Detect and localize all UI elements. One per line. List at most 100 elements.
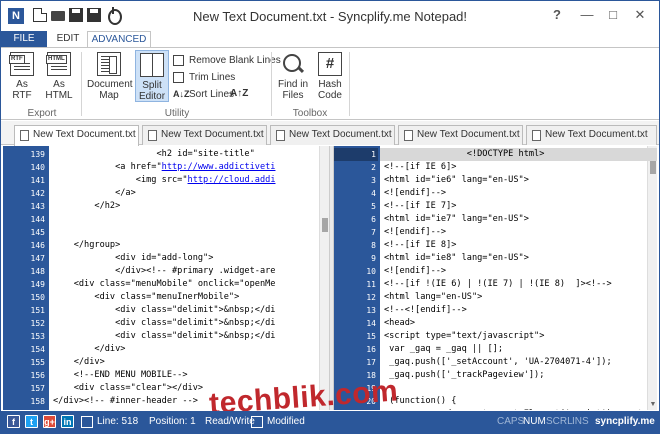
code-text: var ga = document.createElement('script'… <box>384 409 645 410</box>
line-number: 1 <box>334 148 378 161</box>
trim-lines-button[interactable]: Trim Lines <box>173 70 235 85</box>
code-text: <![endif]--> <box>384 266 447 276</box>
document-tab-label: New Text Document.txt <box>545 129 648 140</box>
title-bar: N New Text Document.txt - Syncplify.me N… <box>1 1 659 31</box>
code-line: <![endif]--> <box>384 265 645 278</box>
code-text: <div id="add-long"> <box>53 253 214 263</box>
tab-advanced[interactable]: ADVANCED <box>87 31 151 48</box>
code-text: </div><!-- #primary .widget-are <box>53 266 276 276</box>
document-map-button[interactable]: Document Map <box>87 52 133 101</box>
export-rtf-button[interactable]: RTF As RTF <box>7 52 37 101</box>
app-window: N New Text Document.txt - Syncplify.me N… <box>0 0 660 434</box>
document-map-icon <box>97 52 121 76</box>
find-in-files-button[interactable]: Find in Files <box>275 52 311 101</box>
cursor-line-icon <box>81 416 93 428</box>
hash-code-button[interactable]: # Hash Code <box>315 52 345 101</box>
facebook-icon[interactable]: f <box>7 415 20 428</box>
line-number: 140 <box>30 163 45 172</box>
linkedin-icon[interactable]: in <box>61 415 74 428</box>
document-tab[interactable]: New Text Document.txt <box>142 125 267 145</box>
remove-blank-lines-button[interactable]: Remove Blank Lines <box>173 53 281 68</box>
line-number: 158 <box>30 397 45 406</box>
code-text: <div class="menuMobile" onclick="openMe <box>53 279 276 289</box>
line-number: 145 <box>30 228 45 237</box>
code-text: </div> <box>53 357 105 367</box>
line-number: 143 <box>30 202 45 211</box>
close-button[interactable]: ✕ <box>629 5 651 25</box>
editor-pane-right[interactable]: ▲ ▼ 12345678910111213141516171819202122 … <box>334 146 657 410</box>
document-tab[interactable]: New Text Document.txt <box>526 125 657 145</box>
document-tab[interactable]: New Text Document.txt <box>398 125 523 145</box>
line-number: 151 <box>30 306 45 315</box>
code-text: <!--[if !(IE 6) | !(IE 7) | !(IE 8) ]><!… <box>384 279 612 289</box>
brand-logo: syncplify.me <box>595 416 655 427</box>
ribbon: RTF As RTF HTML As HTML Export Document … <box>1 47 659 120</box>
vertical-scrollbar[interactable]: ▲ ▼ <box>647 146 657 410</box>
code-text: <div class="delimit">&nbsp;</di <box>53 318 276 328</box>
scroll-lock-indicator: SCRL <box>546 416 573 427</box>
document-tab-label: New Text Document.txt <box>289 129 392 140</box>
line-number: 139 <box>30 150 45 159</box>
line-number: 12 <box>366 293 376 302</box>
scroll-down-icon[interactable]: ▼ <box>648 400 657 410</box>
split-editor-button[interactable]: Split Editor <box>135 50 169 102</box>
group-separator <box>81 52 82 116</box>
text-file-icon <box>148 130 157 141</box>
vertical-scrollbar[interactable] <box>319 146 329 410</box>
code-line: <div class="menuMobile" onclick="openMe <box>53 278 317 291</box>
document-tab-bar: New Text Document.txt New Text Document.… <box>1 121 659 146</box>
line-number: 152 <box>30 319 45 328</box>
tab-edit[interactable]: EDIT <box>51 31 85 48</box>
code-line: <div class="delimit">&nbsp;</di <box>53 317 317 330</box>
export-html-label: As HTML <box>45 79 73 101</box>
text-file-icon <box>20 130 29 141</box>
help-button[interactable]: ? <box>546 5 568 25</box>
hash-icon: # <box>318 52 342 76</box>
line-number: 14 <box>366 319 376 328</box>
document-tab[interactable]: New Text Document.txt <box>14 125 139 146</box>
code-line: var ga = document.createElement('script'… <box>384 408 645 410</box>
editor-pane-left[interactable]: 139 140 141 142 143 144 145 146 147 148 149 150 151 1… <box>3 146 329 410</box>
twitter-icon[interactable]: t <box>25 415 38 428</box>
modified-icon <box>251 416 263 428</box>
code-line: <html id="ie8" lang="en-US"> <box>384 252 645 265</box>
remove-blank-lines-icon <box>173 55 184 66</box>
tab-file[interactable]: FILE <box>1 31 47 48</box>
document-tab[interactable]: New Text Document.txt <box>270 125 395 145</box>
text-file-icon <box>276 130 285 141</box>
line-number: 146 <box>30 241 45 250</box>
code-line: (function() { <box>384 395 645 408</box>
code-line: </a> <box>53 187 317 200</box>
code-line: <html lang="en-US"> <box>384 291 645 304</box>
export-html-button[interactable]: HTML As HTML <box>43 52 75 101</box>
line-number: 9 <box>371 254 376 263</box>
code-text: <script type="text/javascript"> <box>384 331 545 341</box>
maximize-button[interactable]: □ <box>602 5 624 25</box>
sort-lines-label: Sort Lines <box>189 89 235 100</box>
code-line: </div> <box>53 356 317 369</box>
code-link[interactable]: http://www.addictiveti <box>162 162 276 172</box>
code-text: <div class="delimit">&nbsp;</di <box>53 331 276 341</box>
hash-code-label: Hash Code <box>318 79 342 101</box>
code-line: </hgroup> <box>53 239 317 252</box>
line-number: 4 <box>371 189 376 198</box>
rtf-tag: RTF <box>9 55 25 64</box>
scrollbar-thumb[interactable] <box>322 218 328 232</box>
group-label-toolbox: Toolbox <box>292 108 328 119</box>
code-text: </div> <box>53 344 126 354</box>
code-text: <html id="ie8" lang="en-US"> <box>384 253 529 263</box>
code-line: </div><!-- #primary .widget-are <box>53 265 317 278</box>
code-text: <!--[if IE 7]> <box>384 201 457 211</box>
code-text: <html lang="en-US"> <box>384 292 483 302</box>
code-line: <div class="menuInerMobile"> <box>53 291 317 304</box>
sort-lines-button[interactable]: A↓Z Sort Lines <box>173 87 234 102</box>
minimize-button[interactable]: — <box>576 5 598 25</box>
code-text: _gaq.push(['_setAccount', 'UA-2704071-4'… <box>384 357 612 367</box>
code-link[interactable]: http://cloud.addi <box>188 175 276 185</box>
line-number: 157 <box>30 384 45 393</box>
sort-descending-icon[interactable]: A↑Z <box>230 88 248 99</box>
line-number: 2 <box>371 163 376 172</box>
google-plus-icon[interactable]: g+ <box>43 415 56 428</box>
export-rtf-label: As RTF <box>12 79 32 101</box>
